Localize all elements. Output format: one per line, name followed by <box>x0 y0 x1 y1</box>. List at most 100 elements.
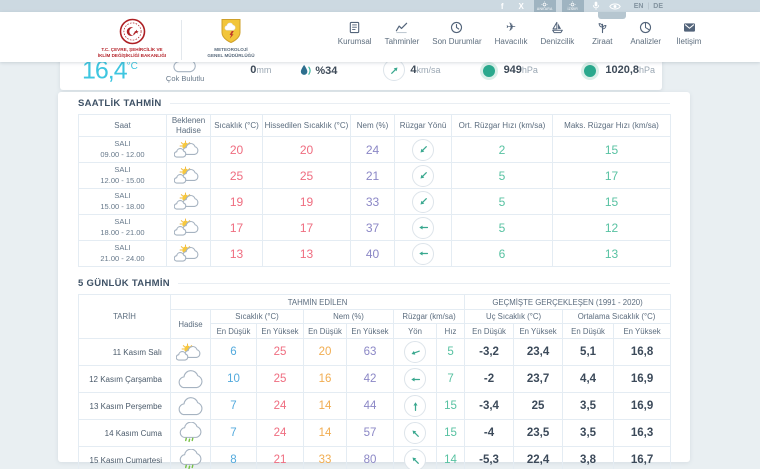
language-switch: EN | DE <box>634 3 663 10</box>
rain-icon <box>176 422 206 444</box>
ministry-logo[interactable]: T.C. ÇEVRE, ŞEHİRCİLİK VE İKLİM DEĞİŞİKL… <box>92 18 172 59</box>
facebook-icon[interactable]: f <box>496 0 509 12</box>
wind-direction-icon <box>404 395 426 417</box>
expected-condition <box>167 215 211 241</box>
pressure-dot-icon <box>483 65 495 77</box>
condition <box>171 447 211 469</box>
nav-label: Havacılık <box>495 37 528 46</box>
avg-max: 16,8 <box>614 339 671 366</box>
hourly-header-row: Saat Beklenen Hadise Sıcaklık (°C) Hisse… <box>79 115 671 137</box>
mgm-caption: METEOROLOJİ GENEL MÜDÜRLÜĞÜ <box>207 47 254 59</box>
temperature: 20 <box>211 137 263 163</box>
temp-max: 21 <box>257 447 304 469</box>
microphone-icon[interactable] <box>590 0 603 12</box>
humidity: 21 <box>351 163 395 189</box>
condition <box>171 339 211 366</box>
avg-wind: 6 <box>452 241 553 267</box>
temp-max: 24 <box>257 420 304 447</box>
extreme-max: 22,4 <box>514 447 563 469</box>
max-wind: 12 <box>553 215 671 241</box>
temp-max: 25 <box>257 339 304 366</box>
son-durumlar-icon <box>450 21 463 34</box>
forecast-card: SAATLİK TAHMİN Saat Beklenen Hadise Sıca… <box>58 92 690 462</box>
nav-item-iletisim[interactable]: İletişim <box>674 21 704 46</box>
wind-direction-icon <box>412 217 434 239</box>
hum-min: 16 <box>304 366 347 393</box>
temperature: 25 <box>211 163 263 189</box>
havacilik-icon: ✈ <box>506 21 516 34</box>
eye-icon <box>609 2 621 11</box>
daily-section-title: 5 GÜNLÜK TAHMİN <box>78 277 670 290</box>
wind-speed: 14 <box>437 447 465 469</box>
nav-item-son-durumlar[interactable]: Son Durumlar <box>432 21 481 46</box>
expected-condition <box>167 241 211 267</box>
humidity: 33 <box>351 189 395 215</box>
hum-min: 14 <box>304 420 347 447</box>
city-widget-ankara[interactable]: ANKARA <box>534 0 556 12</box>
wind-speed: 15 <box>437 420 465 447</box>
wind-direction <box>394 420 437 447</box>
main-nav: Kurumsal Tahminler Son Durumlar ✈ Havacı… <box>338 21 704 46</box>
feels-like: 25 <box>263 163 351 189</box>
nav-item-havacilik[interactable]: ✈ Havacılık <box>495 21 528 46</box>
facebook-glyph: f <box>501 2 504 11</box>
partly-sunny-icon <box>174 139 204 160</box>
extreme-max: 25 <box>514 393 563 420</box>
nav-item-tahminler[interactable]: Tahminler <box>385 21 420 46</box>
wind-direction-icon <box>412 191 434 213</box>
lang-de[interactable]: DE <box>653 3 663 10</box>
avg-wind: 5 <box>452 189 553 215</box>
date: 15 Kasım Cumartesi <box>79 447 171 469</box>
city-widget-label: İZMİR <box>567 8 578 12</box>
nav-item-denizcilik[interactable]: Denizcilik <box>541 21 575 46</box>
hum-max: 42 <box>347 366 394 393</box>
wind-speed: 15 <box>437 393 465 420</box>
wind-direction <box>394 393 437 420</box>
nav-item-analizler[interactable]: Analizler <box>630 21 661 46</box>
max-wind: 15 <box>553 137 671 163</box>
extreme-max: 23,4 <box>514 339 563 366</box>
extreme-min: -2 <box>465 366 514 393</box>
avg-max: 16,9 <box>614 366 671 393</box>
pressure-dot-icon <box>584 65 596 77</box>
hourly-row: SALI18.00 - 21.00 17 17 37 5 12 <box>79 215 671 241</box>
wind-direction <box>395 189 452 215</box>
rain-icon <box>176 449 206 469</box>
condition <box>171 420 211 447</box>
temp-min: 7 <box>211 393 257 420</box>
nav-label: Ziraat <box>592 37 612 46</box>
mgm-logo[interactable]: METEOROLOJİ GENEL MÜDÜRLÜĞÜ <box>191 18 271 59</box>
accessibility-eye-icon[interactable] <box>609 0 622 12</box>
wind-direction-icon <box>383 59 405 81</box>
avg-wind: 5 <box>452 163 553 189</box>
condition <box>171 366 211 393</box>
mgm-shield-icon <box>219 18 243 45</box>
hum-min: 20 <box>304 339 347 366</box>
wind-direction-icon <box>404 449 426 469</box>
max-wind: 17 <box>553 163 671 189</box>
daily-row: 12 Kasım Çarşamba 10 25 16 42 7 -2 23,7 … <box>79 366 671 393</box>
wind-direction-icon <box>404 341 426 363</box>
avg-max: 16,9 <box>614 393 671 420</box>
topbar: f X ANKARA İZMİR EN | DE <box>0 0 760 12</box>
avg-wind: 2 <box>452 137 553 163</box>
feels-like: 20 <box>263 137 351 163</box>
condition <box>171 393 211 420</box>
hum-max: 57 <box>347 420 394 447</box>
time-slot: SALI12.00 - 15.00 <box>79 163 167 189</box>
lang-en[interactable]: EN <box>634 3 644 10</box>
hourly-row: SALI09.00 - 12.00 20 20 24 2 15 <box>79 137 671 163</box>
denizcilik-icon <box>551 21 564 34</box>
x-twitter-icon[interactable]: X <box>515 0 528 12</box>
avg-max: 16,3 <box>614 420 671 447</box>
avg-wind: 5 <box>452 215 553 241</box>
nav-label: Tahminler <box>385 37 420 46</box>
expected-condition <box>167 189 211 215</box>
city-widget-izmir[interactable]: İZMİR <box>562 0 584 12</box>
nav-item-kurumsal[interactable]: Kurumsal <box>338 21 372 46</box>
date: 12 Kasım Çarşamba <box>79 366 171 393</box>
kurumsal-icon <box>348 21 361 34</box>
wind-speed: 5 <box>437 339 465 366</box>
nav-item-ziraat[interactable]: Ziraat <box>587 21 617 46</box>
city-widget-label: ANKARA <box>537 8 553 12</box>
